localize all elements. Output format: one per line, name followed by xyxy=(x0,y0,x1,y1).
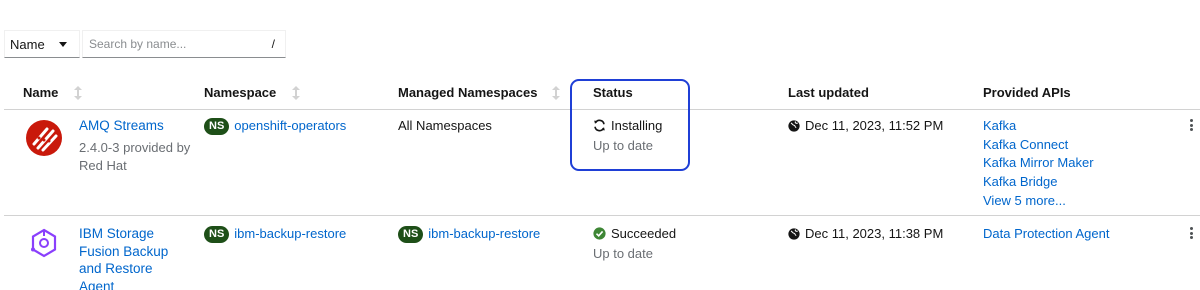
row-actions-kebab-icon[interactable] xyxy=(1185,225,1197,241)
namespace-badge: NS xyxy=(398,226,424,243)
provided-apis-list: Data Protection Agent xyxy=(983,225,1109,244)
operator-name-line: Fusion Backup xyxy=(79,243,169,259)
namespace-badge: NS xyxy=(204,118,230,135)
provided-apis-list: Kafka Kafka Connect Kafka Mirror Maker K… xyxy=(983,117,1094,211)
status-highlight-box xyxy=(570,79,690,171)
ibm-backup-restore-logo xyxy=(27,227,61,266)
api-link[interactable]: Kafka Mirror Maker xyxy=(983,154,1094,173)
managed-namespace-link[interactable]: ibm-backup-restore xyxy=(428,226,540,241)
amq-streams-logo xyxy=(25,119,63,162)
column-header-namespace-label: Namespace xyxy=(204,85,277,100)
managed-namespaces-text: All Namespaces xyxy=(398,118,492,133)
column-header-name[interactable]: Name xyxy=(23,85,83,100)
last-updated-text: Dec 11, 2023, 11:38 PM xyxy=(805,226,944,241)
operator-name-link[interactable]: AMQ Streams xyxy=(79,117,190,135)
operator-name-line: Agent xyxy=(79,278,115,290)
operator-name-link[interactable]: IBM Storage Fusion Backup and Restore Ag… xyxy=(79,225,189,290)
column-header-namespace[interactable]: Namespace xyxy=(204,85,301,100)
namespace-badge: NS xyxy=(204,226,230,243)
row-divider xyxy=(4,215,1200,216)
globe-icon xyxy=(788,120,800,132)
keyboard-shortcut-hint: / xyxy=(271,37,275,51)
filter-type-select[interactable]: Name xyxy=(4,30,80,58)
status-subtext: Up to date xyxy=(593,246,653,261)
sort-icon[interactable] xyxy=(74,85,83,100)
status-text: Succeeded xyxy=(611,226,677,241)
operator-provider-text: 2.4.0-3 provided by xyxy=(79,140,191,155)
api-link[interactable]: Kafka Connect xyxy=(983,136,1094,155)
check-circle-icon xyxy=(593,227,606,240)
managed-namespaces-cell: NS ibm-backup-restore xyxy=(398,225,540,243)
column-header-last-updated-label: Last updated xyxy=(788,85,869,100)
operator-name-cell: AMQ Streams 2.4.0-3 provided by Red Hat xyxy=(79,117,190,175)
filter-type-label: Name xyxy=(10,36,45,52)
last-updated-text: Dec 11, 2023, 11:52 PM xyxy=(805,118,944,133)
column-header-provided-apis: Provided APIs xyxy=(983,85,1071,100)
last-updated-cell: Dec 11, 2023, 11:38 PM xyxy=(788,225,943,243)
operator-provider-text: Red Hat xyxy=(79,158,127,173)
namespace-link[interactable]: ibm-backup-restore xyxy=(234,226,346,241)
sort-icon[interactable] xyxy=(292,85,301,100)
operator-name-line: and Restore xyxy=(79,261,153,276)
column-header-managed-namespaces-label: Managed Namespaces xyxy=(398,85,538,100)
namespace-cell: NS openshift-operators xyxy=(204,117,346,135)
namespace-cell: NS ibm-backup-restore xyxy=(204,225,346,243)
sort-icon[interactable] xyxy=(552,85,561,100)
operator-name-cell: IBM Storage Fusion Backup and Restore Ag… xyxy=(79,225,189,290)
operator-name-line: IBM Storage xyxy=(79,226,155,241)
last-updated-cell: Dec 11, 2023, 11:52 PM xyxy=(788,117,943,135)
namespace-link[interactable]: openshift-operators xyxy=(234,118,346,133)
column-header-name-label: Name xyxy=(23,85,59,100)
api-link[interactable]: Kafka xyxy=(983,117,1094,136)
column-header-managed-namespaces[interactable]: Managed Namespaces xyxy=(398,85,561,100)
caret-down-icon xyxy=(59,42,67,47)
status-cell: Succeeded Up to date xyxy=(593,225,676,263)
view-more-apis-link[interactable]: View 5 more... xyxy=(983,192,1094,211)
globe-icon xyxy=(788,228,800,240)
api-link[interactable]: Data Protection Agent xyxy=(983,225,1109,244)
search-field[interactable]: / xyxy=(82,30,286,58)
column-header-last-updated: Last updated xyxy=(788,85,869,100)
column-header-provided-apis-label: Provided APIs xyxy=(983,85,1071,100)
row-actions-kebab-icon[interactable] xyxy=(1185,117,1197,133)
search-input[interactable] xyxy=(83,32,253,56)
api-link[interactable]: Kafka Bridge xyxy=(983,173,1094,192)
